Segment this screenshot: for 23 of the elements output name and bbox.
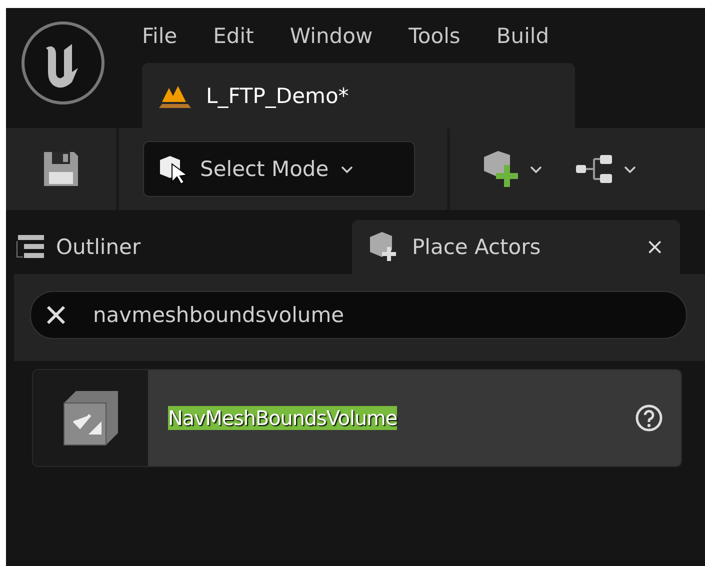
select-mode-button[interactable]: Select Mode [143,141,415,197]
level-icon [158,84,192,108]
menu-item[interactable]: Build [496,24,550,48]
clear-icon[interactable] [45,304,67,326]
menu-item[interactable]: Tools [408,24,460,48]
logo-icon[interactable] [20,20,106,106]
document-tab[interactable]: L_FTP_Demo* [142,63,575,128]
menu-item[interactable]: File [142,24,178,48]
search-field[interactable]: navmeshboundsvolume [30,291,687,339]
blueprint-button[interactable] [574,152,638,186]
volume-cube-icon [62,389,120,447]
menu-item[interactable]: Window [290,24,373,48]
tab-label: Place Actors [412,235,541,259]
close-icon[interactable]: × [646,234,664,260]
menu-item[interactable]: Edit [213,24,254,48]
tab-label: Outliner [56,235,141,259]
save-icon[interactable] [42,150,80,188]
panel-tab[interactable]: Place Actors × [352,220,680,274]
panel-tab[interactable]: Outliner [14,220,170,274]
cube-cursor-icon [158,154,190,184]
actor-name: NavMeshBoundsVolume [168,406,398,430]
help-icon[interactable] [635,404,663,432]
outliner-icon [14,233,46,261]
